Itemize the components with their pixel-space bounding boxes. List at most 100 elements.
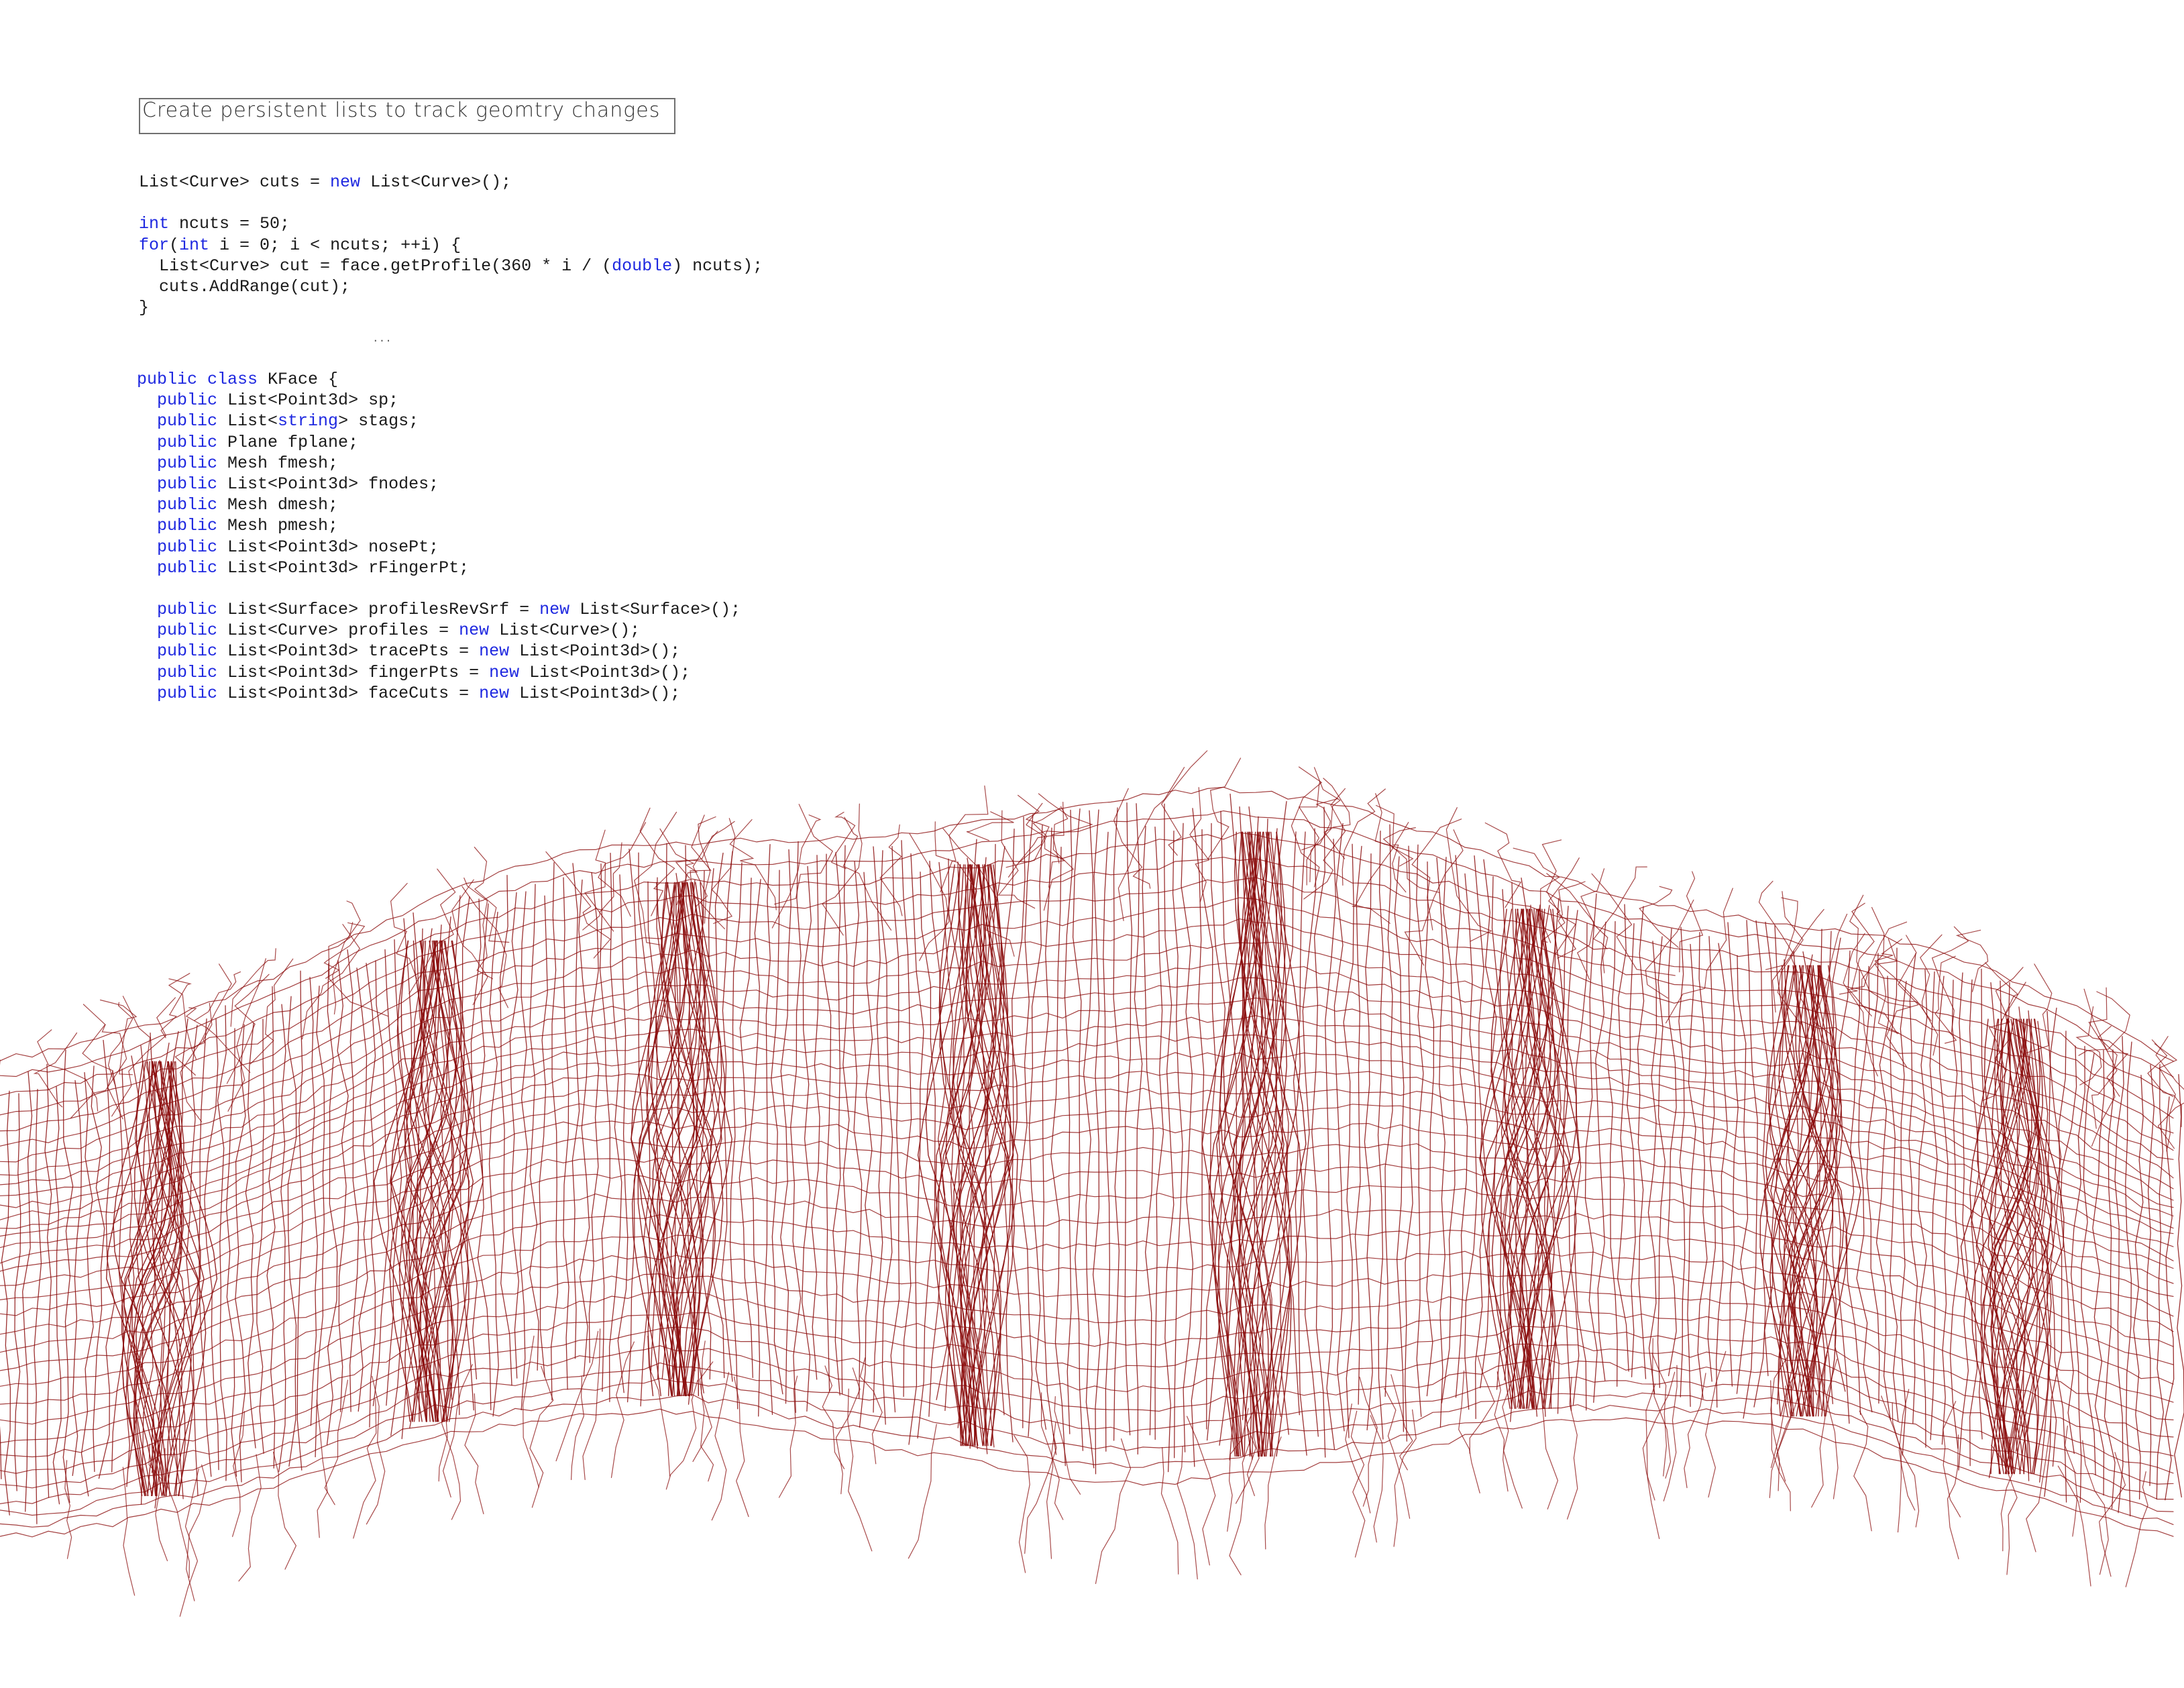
wire-curve: [337, 960, 349, 1412]
wire-curve: [1900, 980, 1907, 1456]
wire-curve: [945, 864, 996, 1446]
code-text: List<Point3d> nosePt;: [217, 537, 439, 557]
wire-curve: [729, 862, 743, 1410]
wire-curve: [555, 1330, 599, 1462]
wire-curve: [519, 891, 529, 1411]
code-line: public List<Curve> profiles = new List<C…: [137, 620, 741, 641]
wire-curve: [617, 874, 629, 1393]
code-keyword: for: [139, 235, 170, 255]
wire-curve: [1405, 845, 1413, 1442]
wire-curve: [835, 1367, 861, 1495]
code-keyword: public: [157, 558, 218, 578]
wire-curve: [1474, 855, 1488, 1420]
code-line: public List<Surface> profilesRevSrf = ne…: [137, 599, 741, 620]
code-text: List<Point3d>();: [509, 641, 681, 662]
wire-curve: [1908, 953, 1918, 1424]
wire-curve: [1657, 936, 1666, 1388]
wire-curve: [822, 1365, 845, 1469]
code-text: List<Point3d> sp;: [217, 390, 399, 411]
wire-curve: [1324, 839, 1337, 1450]
wire-curve: [1553, 906, 1572, 1412]
wire-curve: [1043, 806, 1075, 911]
wire-curve: [1874, 938, 1900, 1034]
wire-curve: [1931, 926, 1969, 1035]
code-line: public List<Point3d> faceCuts = new List…: [137, 683, 741, 704]
code-text: List<Curve>();: [489, 621, 641, 641]
wire-curve: [1411, 819, 1462, 931]
wire-curve: [1765, 897, 1798, 970]
wire-curve: [771, 869, 783, 1395]
wire-curve: [1464, 873, 1478, 1410]
wire-curve: [1038, 793, 1093, 864]
code-line: public Mesh fmesh;: [137, 453, 741, 474]
wire-curve: [1647, 941, 1657, 1394]
code-line: public List<Point3d> tracePts = new List…: [137, 641, 741, 662]
wire-curve: [901, 840, 912, 1397]
wire-curve: [168, 973, 197, 1060]
code-text: > stags;: [338, 411, 419, 431]
wire-curve: [879, 824, 903, 916]
wire-curve: [199, 1018, 212, 1477]
wire-curve: [180, 963, 232, 1122]
wire-curve: [1103, 831, 1110, 1452]
wire-curve: [1563, 910, 1580, 1406]
wire-curve: [347, 949, 360, 1412]
wire-curve: [1113, 807, 1120, 1441]
wire-curve: [1769, 1385, 1792, 1498]
wire-curve: [1095, 1438, 1132, 1584]
wire-curve: [638, 852, 653, 1407]
wire-curve: [529, 884, 539, 1371]
code-text: List<Curve> cut = face.getProfile(360 * …: [139, 256, 612, 276]
wire-curve: [1154, 826, 1164, 1440]
wire-curve: [232, 1411, 245, 1537]
wire-curve: [1374, 793, 1414, 867]
wire-curve: [1050, 847, 1066, 1467]
wire-curve: [1425, 861, 1435, 1397]
wire-curve: [1364, 853, 1373, 1431]
code-keyword: public: [157, 683, 218, 703]
wire-curve: [1684, 1373, 1706, 1489]
wire-curve: [909, 833, 950, 961]
code-keyword: public: [157, 641, 218, 662]
wire-curve: [122, 1467, 135, 1596]
wire-curve: [2147, 1039, 2183, 1127]
wire-curve: [366, 1375, 386, 1525]
code-text: Mesh dmesh;: [217, 495, 339, 515]
wire-curve: [830, 812, 856, 869]
wire-curve: [832, 852, 841, 1396]
wire-curve: [1939, 975, 1949, 1445]
wire-curve: [1743, 920, 1758, 1419]
wire-curve: [1370, 1415, 1384, 1543]
wire-curve: [571, 1375, 585, 1481]
code-line: public List<Point3d> sp;: [137, 390, 741, 411]
code-line: List<Curve> cut = face.getProfile(360 * …: [139, 256, 763, 276]
wire-curve: [1595, 921, 1606, 1381]
wire-curve: [1064, 809, 1073, 1434]
code-line: public List<Point3d> fingerPts = new Lis…: [137, 662, 741, 683]
code-text: Mesh pmesh;: [217, 516, 339, 536]
code-line: public class KFace {: [137, 369, 741, 390]
wire-curve: [0, 786, 2174, 1062]
wire-curve: [461, 886, 508, 1008]
wire-curve: [238, 1454, 262, 1582]
wire-curve: [273, 1451, 297, 1570]
wire-curve: [1969, 1018, 2019, 1475]
code-keyword: int: [179, 235, 210, 255]
code-keyword: public: [157, 516, 218, 536]
wire-curve: [563, 877, 569, 1390]
wire-curve: [733, 1376, 749, 1518]
code-keyword: public: [157, 600, 218, 620]
wire-curve: [778, 1375, 798, 1498]
wire-curve: [1574, 922, 1588, 1411]
wire-curve: [1716, 943, 1728, 1408]
wire-curve: [1856, 965, 1873, 1413]
wire-curve: [1160, 1447, 1179, 1575]
code-keyword: string: [278, 411, 339, 431]
wire-curve: [2165, 1096, 2175, 1501]
code-line: public Plane fplane;: [137, 432, 741, 453]
code-text: ncuts = 50;: [169, 214, 290, 234]
wire-curve: [148, 1443, 168, 1561]
